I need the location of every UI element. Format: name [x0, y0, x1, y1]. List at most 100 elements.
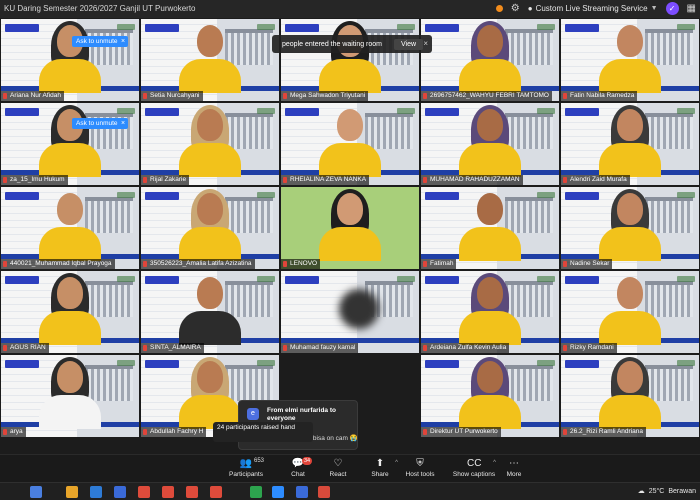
participant-video-tile[interactable]: Alendri Zaid Murafa	[560, 102, 700, 186]
edge-icon[interactable]	[90, 486, 102, 498]
react-button[interactable]: ♡ React	[318, 458, 358, 482]
participant-video-tile[interactable]: Nadine Sekar	[560, 186, 700, 270]
university-logo	[285, 276, 319, 284]
window-titlebar: KU Daring Semester 2026/2027 Ganjil UT P…	[0, 0, 700, 18]
participant-video-tile[interactable]: za_15_Imu Hukum	[0, 102, 140, 186]
university-logo	[285, 108, 319, 116]
chat-label: Chat	[291, 471, 305, 478]
participant-video-tile[interactable]: Fatimah	[420, 186, 560, 270]
close-icon[interactable]: ×	[118, 36, 128, 47]
jacket-shape	[39, 395, 101, 429]
live-stream-label: Custom Live Streaming Service	[535, 4, 648, 13]
participant-video-tile[interactable]: 440021_Muhammad Iqbal Prayoga	[0, 186, 140, 270]
participant-video-tile[interactable]: 2696757462_WAHYU FEBRI TAMTOMO	[420, 18, 560, 102]
share-button[interactable]: ⬆ ^ Share	[360, 458, 400, 482]
store-icon[interactable]	[114, 486, 126, 498]
chrome-icon[interactable]	[162, 486, 174, 498]
face-shape	[617, 193, 643, 225]
university-logo	[145, 192, 179, 200]
participant-video-tile[interactable]: Ariana Nur Afidah	[0, 18, 140, 102]
profile-avatar[interactable]: ✓	[665, 2, 679, 15]
partner-logo	[537, 24, 555, 30]
chat-unread-badge: 34	[302, 457, 313, 465]
more-button[interactable]: ⋯ More	[494, 458, 534, 482]
waiting-room-view-button[interactable]: View	[394, 38, 424, 50]
weather-icon: ☁	[637, 488, 645, 495]
share-screen-icon: ⬆	[375, 458, 385, 469]
participant-video-tile[interactable]: 26.2_Rizi Ramli Andriana	[560, 354, 700, 438]
participant-figure	[455, 189, 525, 261]
partner-logo	[117, 108, 135, 114]
participant-video-tile[interactable]: arya	[0, 354, 140, 438]
close-icon[interactable]: ×	[423, 39, 428, 48]
jacket-shape	[179, 143, 241, 177]
waiting-room-notice: people entered the waiting room View ×	[272, 35, 432, 53]
participant-name: 440021_Muhammad Iqbal Prayoga	[1, 259, 115, 269]
jacket-shape	[599, 143, 661, 177]
captions-icon: CC	[467, 458, 482, 469]
react-label: React	[329, 471, 347, 478]
partner-logo	[537, 276, 555, 282]
university-logo	[145, 24, 179, 32]
media-player-icon[interactable]	[318, 486, 330, 498]
participant-video-tile[interactable]: MUHAMAD RAHADUZZAMAN	[420, 102, 560, 186]
participant-name: Mega Sahwadon Triyutani	[281, 91, 369, 101]
partner-logo	[117, 360, 135, 366]
system-tray[interactable]: ☁ 25°C Berawan	[637, 487, 696, 496]
participant-video-tile[interactable]: Direktur UT Purwokerto	[420, 354, 560, 438]
participant-figure	[315, 189, 385, 261]
participant-name: 26.2_Rizi Ramli Andriana	[561, 427, 646, 437]
ask-to-unmute-button[interactable]: Ask to unmute	[72, 118, 122, 129]
partner-logo	[397, 276, 415, 282]
participant-video-tile[interactable]: Fatin Nabila Ramedza	[560, 18, 700, 102]
participant-name: Alendri Zaid Murafa	[561, 175, 630, 185]
show-captions-button[interactable]: CC ^ Show captions	[450, 458, 498, 482]
face-shape	[197, 361, 223, 393]
zoom-icon[interactable]	[272, 486, 284, 498]
participant-video-tile[interactable]: AGUS RIAN	[0, 270, 140, 354]
participant-name: AGUS RIAN	[1, 343, 49, 353]
university-logo	[145, 360, 179, 368]
university-logo	[425, 108, 459, 116]
participant-video-tile[interactable]: Muhamad fauzy kamal	[280, 270, 420, 354]
chrome-icon[interactable]	[210, 486, 222, 498]
participants-button[interactable]: 👥 653 Participants	[226, 458, 266, 482]
participant-video-tile[interactable]: Setia Nurcahyani	[140, 18, 280, 102]
chrome-icon[interactable]	[138, 486, 150, 498]
participant-video-tile[interactable]: 350526223_Amalia Latifa Azizatina	[140, 186, 280, 270]
university-logo	[425, 276, 459, 284]
participant-video-tile[interactable]: Ardeiana Zulfa Kevin Aulia	[420, 270, 560, 354]
ask-to-unmute-button[interactable]: Ask to unmute	[72, 36, 122, 47]
start-icon[interactable]	[30, 486, 42, 498]
close-icon[interactable]: ×	[118, 118, 128, 129]
whatsapp-icon[interactable]	[250, 486, 262, 498]
participant-video-tile[interactable]: SINTA_ALMAIRA	[140, 270, 280, 354]
chevron-up-icon[interactable]: ^	[395, 460, 398, 466]
face-shape	[197, 193, 223, 225]
participant-figure	[455, 357, 525, 429]
gallery-view-icon[interactable]: ▦	[687, 3, 696, 14]
waiting-room-text: people entered the waiting room	[282, 40, 383, 48]
live-stream-dropdown[interactable]: ● Custom Live Streaming Service ▼	[528, 4, 658, 13]
participant-video-tile[interactable]: Rijal Zakarie	[140, 102, 280, 186]
participant-figure	[35, 21, 105, 93]
participant-figure	[175, 273, 245, 345]
jacket-shape	[599, 227, 661, 261]
university-logo	[5, 108, 39, 116]
participants-count: 653	[254, 458, 265, 464]
host-tools-button[interactable]: ⛨ Host tools	[400, 458, 440, 482]
participant-name: 350526223_Amalia Latifa Azizatina	[141, 259, 255, 269]
participant-figure	[35, 105, 105, 177]
gear-icon[interactable]: ⚙	[511, 3, 520, 14]
participant-video-tile[interactable]: Rizky Ramdani	[560, 270, 700, 354]
participant-video-tile[interactable]: Mega Sahwadon Triyutani	[280, 18, 420, 102]
chrome-icon[interactable]	[186, 486, 198, 498]
jacket-shape	[459, 143, 521, 177]
chat-button[interactable]: 💬 34 Chat	[278, 457, 318, 482]
word-icon[interactable]	[296, 486, 308, 498]
file-explorer-icon[interactable]	[66, 486, 78, 498]
participant-figure	[455, 105, 525, 177]
participant-video-tile[interactable]: RHEIALINA ZEVA NANKA	[280, 102, 420, 186]
jacket-shape	[459, 395, 521, 429]
participant-video-tile[interactable]: LENOVO	[280, 186, 420, 270]
